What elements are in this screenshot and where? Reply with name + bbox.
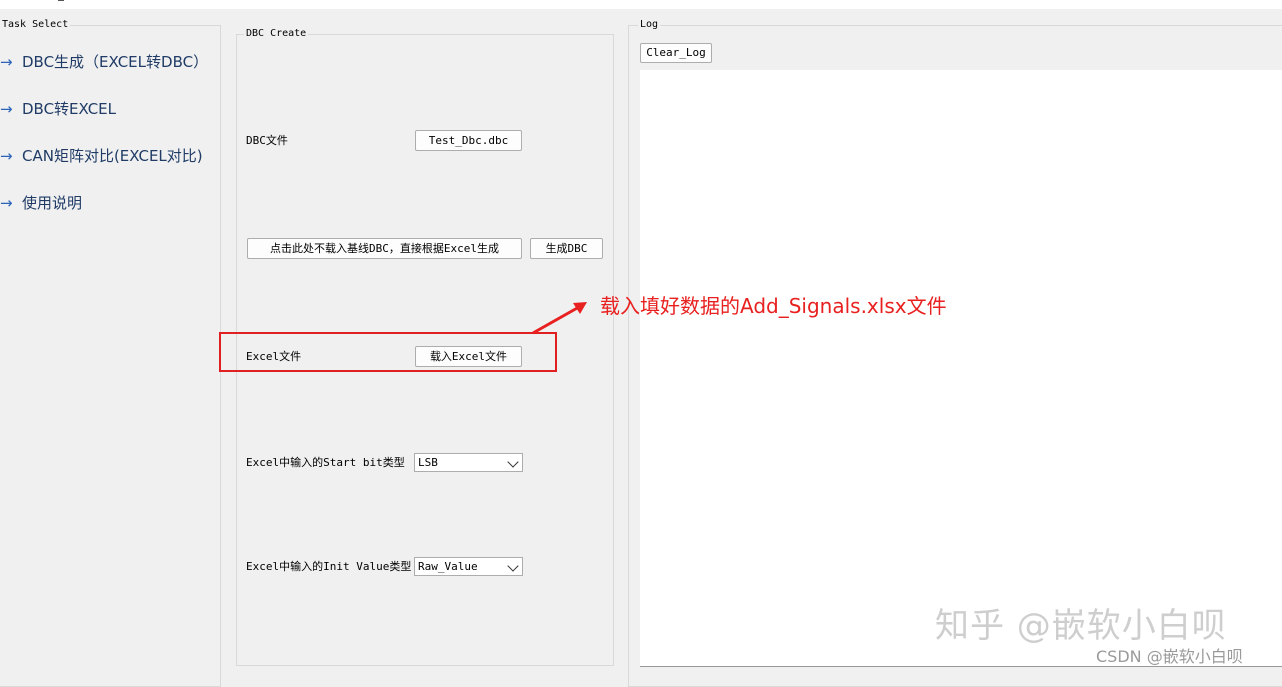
clear-log-button[interactable]: Clear_Log — [640, 43, 712, 63]
log-title: Log — [638, 19, 661, 31]
task-item-label: CAN矩阵对比(EXCEL对比) — [22, 147, 203, 165]
generate-dbc-button[interactable]: 生成DBC — [530, 238, 603, 259]
task-item-label: DBC生成（EXCEL转DBC） — [22, 53, 209, 71]
task-item-label: 使用说明 — [22, 194, 83, 212]
task-select-group — [0, 25, 221, 687]
chevron-down-icon — [507, 560, 519, 572]
arrow-right-icon: → — [0, 147, 13, 165]
window-top-strip — [0, 0, 1282, 9]
annotation-text: 载入填好数据的Add_Signals.xlsx文件 — [600, 294, 947, 318]
task-item-excel-to-dbc[interactable]: → DBC生成（EXCEL转DBC） — [0, 51, 208, 73]
arrow-right-icon: → — [0, 100, 13, 118]
dbc-create-title: DBC Create — [244, 28, 309, 40]
watermark-zhihu: 知乎 @嵌软小白呗 — [935, 606, 1227, 646]
init-value-type-label: Excel中输入的Init Value类型 — [246, 560, 412, 573]
start-bit-type-value: LSB — [418, 456, 438, 469]
arrow-right-icon: → — [0, 194, 13, 212]
highlight-box — [219, 332, 557, 372]
annotation-arrow-icon — [532, 302, 587, 335]
task-item-instructions[interactable]: → 使用说明 — [0, 192, 82, 214]
top-mark — [58, 0, 64, 1]
init-value-type-select[interactable]: Raw_Value — [414, 557, 523, 576]
watermark-csdn: CSDN @嵌软小白呗 — [1096, 647, 1243, 666]
chevron-down-icon — [507, 456, 519, 468]
task-item-can-matrix-compare[interactable]: → CAN矩阵对比(EXCEL对比) — [0, 145, 203, 167]
task-select-title: Task Select — [0, 19, 71, 31]
start-bit-type-label: Excel中输入的Start bit类型 — [246, 456, 405, 469]
start-bit-type-select[interactable]: LSB — [414, 453, 523, 472]
dbc-file-button[interactable]: Test_Dbc.dbc — [415, 130, 522, 151]
init-value-type-value: Raw_Value — [418, 560, 478, 573]
arrow-right-icon: → — [0, 53, 13, 71]
log-text-area[interactable] — [640, 70, 1282, 667]
task-item-dbc-to-excel[interactable]: → DBC转EXCEL — [0, 98, 116, 120]
task-item-label: DBC转EXCEL — [22, 100, 117, 118]
dbc-file-label: DBC文件 — [246, 134, 288, 147]
no-baseline-generate-button[interactable]: 点击此处不载入基线DBC，直接根据Excel生成 — [247, 238, 522, 259]
